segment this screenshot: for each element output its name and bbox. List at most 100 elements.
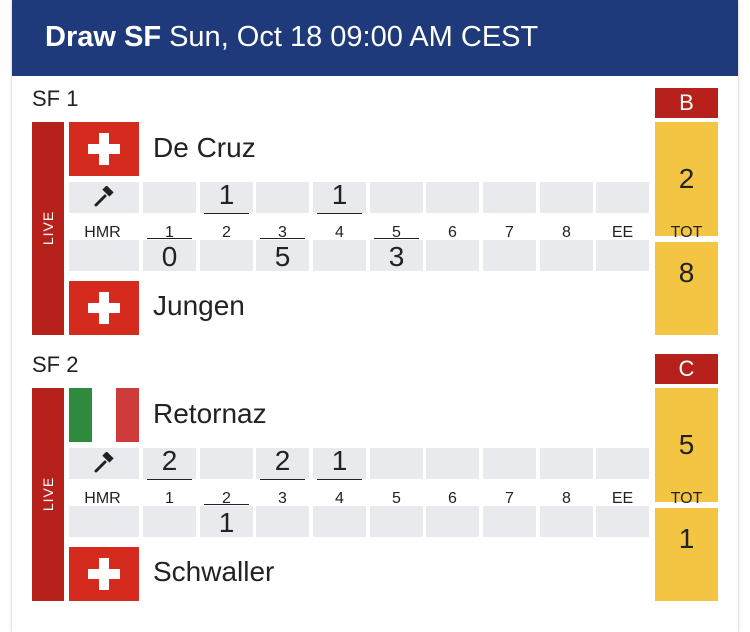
end-cell	[256, 182, 309, 213]
switzerland-flag-icon	[69, 122, 139, 176]
end-number-label: EE	[611, 224, 634, 241]
draw-title: Draw SF Sun, Oct 18 09:00 AM CEST	[45, 20, 538, 54]
end-cell	[426, 506, 479, 537]
end-score: 5	[274, 241, 291, 272]
end-number-label: 3	[278, 224, 287, 241]
score-underline	[317, 479, 362, 480]
flag-cross	[88, 144, 120, 154]
italy-flag-icon	[69, 388, 139, 442]
sheet-badge: C	[655, 354, 718, 384]
end-number-label: 8	[562, 224, 571, 241]
score-underline	[147, 238, 192, 239]
flag-cross	[88, 569, 120, 579]
end-cell	[540, 448, 593, 479]
end-score: 2	[274, 445, 291, 476]
end-number-label: 7	[505, 490, 514, 507]
game-card[interactable]: SF 2 C LIVE Retornaz 5 2 1 1 2 2 3 1 4 5 6 7 8 EE HMR TOT Sc…	[12, 352, 738, 602]
end-number-label: 3	[278, 490, 287, 507]
end-number-label: 8	[562, 490, 571, 507]
scoreboard-page: Draw SF Sun, Oct 18 09:00 AM CEST SF 1 B L…	[12, 0, 738, 632]
end-number-label: 2	[222, 224, 231, 241]
end-cell	[313, 240, 366, 271]
end-cell	[426, 448, 479, 479]
hammer-column-label: HMR	[84, 224, 121, 241]
hammer-icon	[93, 452, 115, 474]
end-score: 2	[161, 445, 178, 476]
end-number-label: 6	[448, 490, 457, 507]
hammer-cell	[69, 506, 139, 537]
end-cell	[596, 506, 649, 537]
flag-stripe	[115, 388, 139, 442]
end-cell	[596, 240, 649, 271]
hammer-column-label: HMR	[84, 490, 121, 507]
end-score: 3	[388, 241, 405, 272]
score-underline	[260, 238, 305, 239]
end-number-label: 1	[165, 490, 174, 507]
switzerland-flag-icon	[69, 281, 139, 335]
end-cell	[596, 448, 649, 479]
score-underline	[374, 238, 419, 239]
end-score: 0	[161, 241, 178, 272]
live-indicator: LIVE	[32, 388, 64, 601]
end-cell	[483, 506, 536, 537]
live-label: LIVE	[40, 476, 56, 512]
total-score: 1	[655, 508, 718, 601]
end-cell	[596, 182, 649, 213]
end-cell	[483, 240, 536, 271]
end-cell	[200, 240, 253, 271]
end-cell	[370, 506, 423, 537]
hammer-cell	[69, 240, 139, 271]
live-indicator: LIVE	[32, 122, 64, 335]
end-number-label: 6	[448, 224, 457, 241]
end-cell	[313, 506, 366, 537]
game-label: SF 1	[32, 86, 79, 111]
end-number-label: 1	[165, 224, 174, 241]
flag-stripe	[69, 388, 93, 442]
total-column-label: TOT	[670, 224, 703, 241]
end-score: 1	[331, 179, 348, 210]
draw-name: Draw SF	[45, 21, 162, 53]
draw-header: Draw SF Sun, Oct 18 09:00 AM CEST	[12, 0, 738, 76]
total-score: 2	[655, 122, 718, 236]
team-name[interactable]: Jungen	[153, 289, 245, 323]
team-name[interactable]: Retornaz	[153, 397, 267, 431]
end-cell	[426, 240, 479, 271]
end-cell	[540, 240, 593, 271]
end-score: 1	[218, 507, 235, 538]
flag-cross	[88, 303, 120, 313]
team-name[interactable]: Schwaller	[153, 555, 274, 589]
total-column-label: TOT	[670, 490, 703, 507]
end-cell	[483, 182, 536, 213]
end-cell	[200, 448, 253, 479]
flag-stripe	[92, 388, 116, 442]
end-cell	[370, 182, 423, 213]
switzerland-flag-icon	[69, 547, 139, 601]
end-cell	[370, 448, 423, 479]
score-underline	[204, 504, 249, 505]
end-number-label: 5	[392, 490, 401, 507]
score-underline	[147, 479, 192, 480]
end-cell	[256, 506, 309, 537]
end-cell	[540, 182, 593, 213]
score-underline	[317, 213, 362, 214]
game-card[interactable]: SF 1 B LIVE De Cruz 2 0 1 1 2 5 3 1 4 3 5 6 7 8 EE HMR TOT Ju…	[12, 86, 738, 336]
end-score: 1	[218, 179, 235, 210]
end-cell	[540, 506, 593, 537]
total-score: 5	[655, 388, 718, 502]
end-cell	[426, 182, 479, 213]
draw-datetime: Sun, Oct 18 09:00 AM CEST	[161, 21, 539, 53]
end-number-label: 5	[392, 224, 401, 241]
end-number-label: 4	[335, 490, 344, 507]
end-cell	[483, 448, 536, 479]
end-score: 1	[331, 445, 348, 476]
end-number-label: 2	[222, 490, 231, 507]
total-score: 8	[655, 242, 718, 335]
score-underline	[204, 213, 249, 214]
end-cell	[143, 506, 196, 537]
live-label: LIVE	[40, 210, 56, 246]
team-name[interactable]: De Cruz	[153, 131, 256, 165]
end-number-label: EE	[611, 490, 634, 507]
game-label: SF 2	[32, 352, 79, 377]
end-cell	[143, 182, 196, 213]
hammer-icon	[93, 186, 115, 208]
